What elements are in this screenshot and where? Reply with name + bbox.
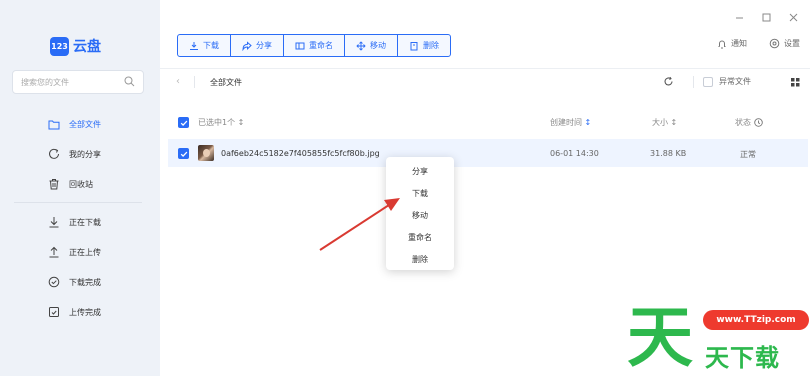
menu-item-share[interactable]: 分享: [386, 160, 454, 182]
move-icon: [356, 40, 366, 51]
download-label: 下载: [203, 41, 219, 50]
sort-icon: ↕: [584, 118, 592, 127]
size-column-header[interactable]: 大小 ↕: [652, 117, 677, 128]
sidebar: 123 云盘 全部文件 我的分享 回收站 正在下载 正在上传: [0, 0, 160, 376]
settings-label: 设置: [784, 39, 800, 48]
back-chevron-icon[interactable]: ‹: [176, 76, 180, 87]
search-icon[interactable]: [124, 76, 135, 90]
refresh-icon[interactable]: [663, 76, 674, 90]
download-button[interactable]: 下载: [178, 35, 231, 56]
window-controls: [734, 12, 798, 22]
sidebar-item-downloading[interactable]: 正在下载: [0, 207, 160, 237]
file-name[interactable]: 0af6eb24c5182e7f405855fc5fcf80b.jpg: [221, 149, 380, 158]
date-column-label: 创建时间: [550, 118, 582, 127]
path-divider: [693, 76, 694, 88]
search-input[interactable]: [13, 71, 121, 93]
folder-icon: [48, 120, 60, 129]
menu-item-move[interactable]: 移动: [386, 204, 454, 226]
breadcrumb[interactable]: 全部文件: [210, 77, 242, 88]
notify-label: 通知: [731, 39, 747, 48]
file-date: 06-01 14:30: [550, 149, 599, 158]
context-menu: 分享 下载 移动 重命名 删除: [386, 157, 454, 270]
state-column-label: 状态: [735, 118, 751, 127]
delete-label: 删除: [423, 41, 439, 50]
nav-group-transfer: 正在下载 正在上传 下载完成 上传完成: [0, 207, 160, 327]
path-divider: [194, 76, 195, 88]
trash-icon: [49, 179, 59, 190]
watermark-text: 天下载: [705, 344, 780, 372]
sort-icon: ↕: [237, 118, 245, 127]
selected-count-header[interactable]: 已选中1个 ↕: [198, 117, 244, 128]
help-icon[interactable]: [754, 118, 763, 127]
sidebar-item-label: 正在上传: [69, 247, 101, 257]
app-logo: 123 云盘: [50, 36, 101, 56]
sidebar-item-label: 上传完成: [69, 307, 101, 317]
size-column-label: 大小: [652, 118, 668, 127]
settings-button[interactable]: 设置: [769, 38, 800, 49]
state-column-header: 状态: [735, 117, 763, 128]
gear-icon: [769, 38, 780, 49]
share-icon: [49, 148, 59, 159]
delete-button[interactable]: 删除: [398, 35, 450, 56]
upload-done-icon: [49, 307, 59, 317]
watermark-logo-glyph: 天: [627, 299, 693, 376]
select-all-checkbox[interactable]: [178, 117, 189, 128]
sidebar-item-all-files[interactable]: 全部文件: [0, 109, 160, 139]
site-watermark: 天 www.TTzip.com 天下载: [627, 300, 810, 376]
date-column-header[interactable]: 创建时间 ↕: [550, 117, 591, 128]
table-header: 已选中1个 ↕ 创建时间 ↕ 大小 ↕ 状态: [160, 112, 810, 134]
sidebar-item-upload-done[interactable]: 上传完成: [0, 297, 160, 327]
share-label: 分享: [256, 41, 272, 50]
sidebar-item-label: 全部文件: [69, 119, 101, 129]
rename-icon: [295, 42, 305, 49]
file-thumbnail: [198, 145, 214, 161]
abnormal-files-label: 异常文件: [719, 77, 751, 86]
rename-label: 重命名: [309, 41, 333, 50]
close-icon[interactable]: [788, 12, 798, 22]
search-box: [12, 70, 144, 94]
grid-view-icon[interactable]: [791, 78, 800, 90]
sidebar-item-uploading[interactable]: 正在上传: [0, 237, 160, 267]
trash-icon: [410, 41, 418, 50]
sidebar-item-my-share[interactable]: 我的分享: [0, 139, 160, 169]
share-arrow-icon: [242, 40, 252, 51]
rename-button[interactable]: 重命名: [284, 35, 345, 56]
row-checkbox[interactable]: [178, 148, 189, 159]
action-toolbar: 下载 分享 重命名 移动 删除: [177, 34, 451, 57]
maximize-icon[interactable]: [761, 12, 771, 22]
sidebar-item-label: 我的分享: [69, 149, 101, 159]
selected-count: 已选中1个: [198, 118, 236, 127]
move-button[interactable]: 移动: [345, 35, 398, 56]
sidebar-item-recycle-bin[interactable]: 回收站: [0, 169, 160, 199]
menu-item-rename[interactable]: 重命名: [386, 226, 454, 248]
sidebar-item-label: 回收站: [69, 179, 93, 189]
minimize-icon[interactable]: [734, 12, 744, 22]
file-size: 31.88 KB: [650, 149, 687, 158]
path-bar: ‹ 全部文件 异常文件: [160, 68, 810, 96]
sort-icon: ↕: [670, 118, 678, 127]
abnormal-files-toggle[interactable]: 异常文件: [703, 76, 751, 87]
logo-text: 云盘: [73, 39, 101, 55]
sidebar-item-label: 正在下载: [69, 217, 101, 227]
download-icon: [49, 217, 59, 228]
notify-button[interactable]: 通知: [717, 38, 747, 49]
sidebar-item-download-done[interactable]: 下载完成: [0, 267, 160, 297]
check-circle-icon: [48, 276, 60, 288]
nav-group-main: 全部文件 我的分享 回收站: [0, 109, 160, 199]
top-right-actions: 通知 设置: [717, 38, 800, 49]
logo-badge: 123: [50, 36, 69, 56]
download-icon: [190, 41, 198, 50]
menu-item-download[interactable]: 下载: [386, 182, 454, 204]
bell-icon: [718, 40, 726, 48]
sidebar-divider: [14, 202, 142, 203]
abnormal-files-checkbox[interactable]: [703, 76, 713, 87]
sidebar-item-label: 下载完成: [69, 277, 101, 287]
watermark-url: www.TTzip.com: [703, 310, 809, 330]
menu-item-delete[interactable]: 删除: [386, 248, 454, 270]
share-button[interactable]: 分享: [231, 35, 284, 56]
table-row[interactable]: 0af6eb24c5182e7f405855fc5fcf80b.jpg 06-0…: [168, 139, 808, 167]
file-state: 正常: [740, 150, 756, 159]
move-label: 移动: [370, 41, 386, 50]
upload-icon: [49, 246, 59, 258]
